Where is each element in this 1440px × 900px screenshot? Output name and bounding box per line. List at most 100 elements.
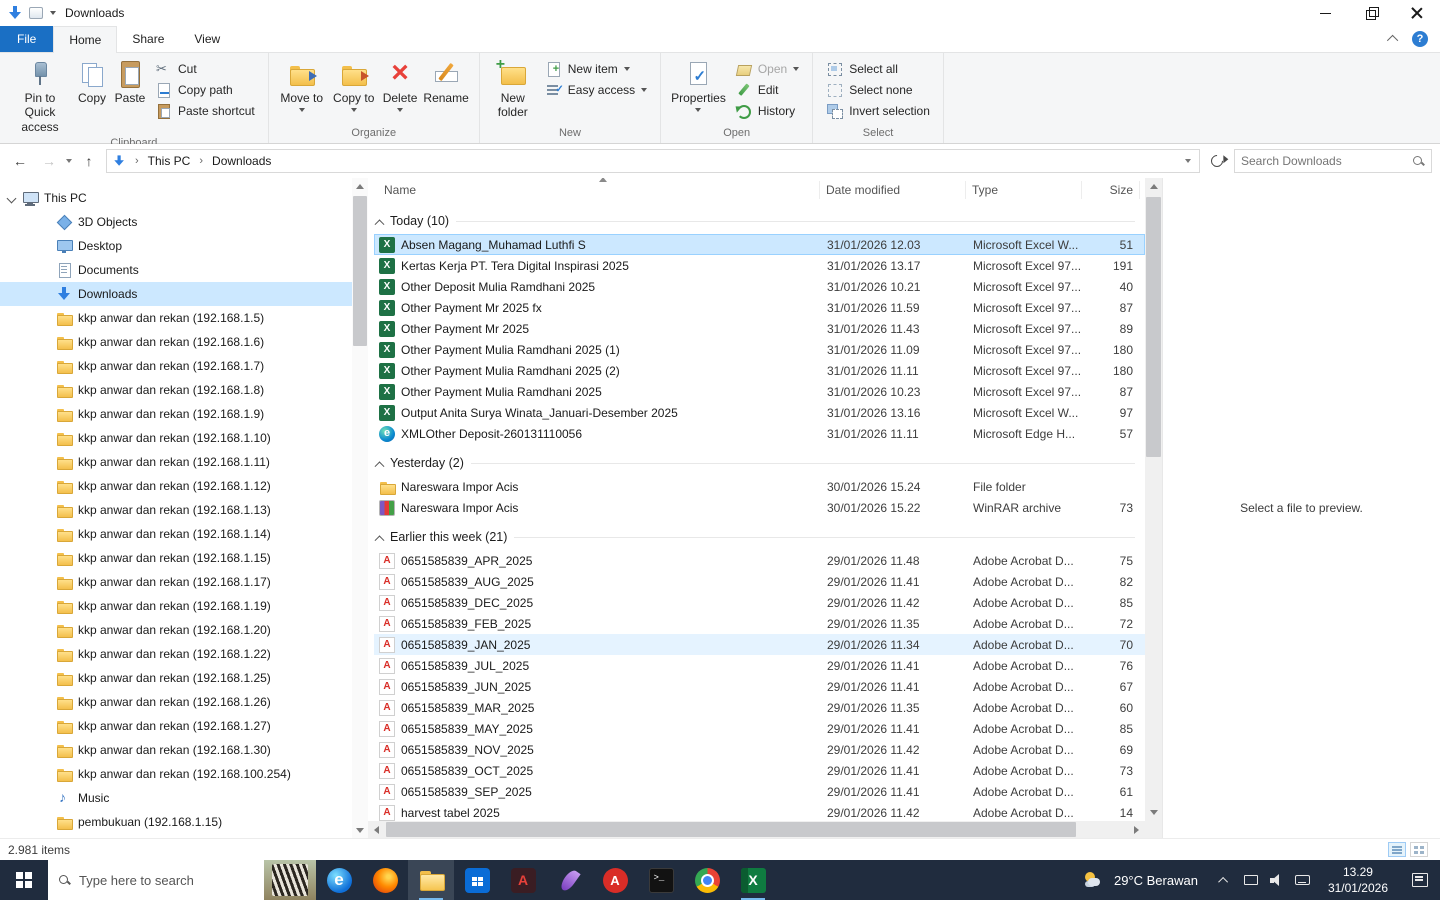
file-row[interactable]: Nareswara Impor Acis 30/01/2026 15.22 Wi… [374, 497, 1145, 518]
help-icon[interactable] [1412, 31, 1428, 47]
sidebar-item[interactable]: kkp anwar dan rekan (192.168.1.10) [0, 426, 368, 450]
scroll-up-arrow[interactable] [352, 178, 368, 194]
open-button[interactable]: Open [731, 58, 803, 79]
group-header[interactable]: Yesterday (2) [374, 450, 1145, 476]
properties-button[interactable]: Properties [668, 56, 729, 114]
file-row[interactable]: Nareswara Impor Acis 30/01/2026 15.24 Fi… [374, 476, 1145, 497]
sidebar-item[interactable]: kkp anwar dan rekan (192.168.1.11) [0, 450, 368, 474]
history-button[interactable]: History [731, 100, 803, 121]
paste-button[interactable]: Paste [111, 56, 149, 107]
copy-button[interactable]: Copy [73, 56, 111, 107]
refresh-button[interactable] [1205, 149, 1229, 173]
file-list-horizontal-scrollbar[interactable] [368, 821, 1145, 838]
column-header-date-modified[interactable]: Date modified [820, 181, 966, 199]
scroll-left-arrow[interactable] [368, 821, 385, 838]
file-row[interactable]: Other Deposit Mulia Ramdhani 2025 31/01/… [374, 276, 1145, 297]
restore-button[interactable] [1348, 0, 1394, 26]
breadcrumb-downloads[interactable]: Downloads [210, 154, 273, 168]
file-row[interactable]: 0651585839_NOV_2025 29/01/2026 11.42 Ado… [374, 739, 1145, 760]
scrollbar-thumb[interactable] [1146, 197, 1161, 457]
file-row[interactable]: 0651585839_FEB_2025 29/01/2026 11.35 Ado… [374, 613, 1145, 634]
file-list-vertical-scrollbar[interactable] [1145, 178, 1162, 821]
sidebar-item[interactable]: kkp anwar dan rekan (192.168.1.7) [0, 354, 368, 378]
file-row[interactable]: 0651585839_APR_2025 29/01/2026 11.48 Ado… [374, 550, 1145, 571]
column-header-size[interactable]: Size [1082, 181, 1140, 199]
group-collapse-chevron[interactable] [375, 219, 385, 229]
microsoft-store-taskbar-button[interactable] [454, 860, 500, 900]
news-interests-widget[interactable] [264, 860, 316, 900]
sidebar-item[interactable]: kkp anwar dan rekan (192.168.1.17) [0, 570, 368, 594]
scroll-down-arrow[interactable] [1145, 804, 1162, 821]
tab-file[interactable]: File [0, 26, 53, 52]
chrome-taskbar-button[interactable] [684, 860, 730, 900]
taskbar-search-input[interactable] [79, 873, 255, 888]
file-row[interactable]: Other Payment Mulia Ramdhani 2025 (2) 31… [374, 360, 1145, 381]
sidebar-item[interactable]: Desktop [0, 234, 368, 258]
rename-button[interactable]: Rename [420, 56, 471, 107]
new-folder-button[interactable]: New folder [487, 56, 539, 122]
touch-keyboard-tray-icon[interactable] [1290, 860, 1316, 900]
sidebar-item[interactable]: kkp anwar dan rekan (192.168.1.20) [0, 618, 368, 642]
search-input[interactable] [1241, 154, 1412, 168]
file-row[interactable]: Other Payment Mulia Ramdhani 2025 (1) 31… [374, 339, 1145, 360]
sidebar-item[interactable]: kkp anwar dan rekan (192.168.1.15) [0, 546, 368, 570]
file-row[interactable]: 0651585839_SEP_2025 29/01/2026 11.41 Ado… [374, 781, 1145, 802]
file-row[interactable]: 0651585839_MAY_2025 29/01/2026 11.41 Ado… [374, 718, 1145, 739]
file-row[interactable]: harvest tabel 2025 29/01/2026 11.42 Adob… [374, 802, 1145, 821]
scroll-up-arrow[interactable] [1145, 178, 1162, 195]
volume-tray-icon[interactable] [1264, 860, 1290, 900]
file-row[interactable]: 0651585839_DEC_2025 29/01/2026 11.42 Ado… [374, 592, 1145, 613]
address-dropdown-caret[interactable] [1185, 159, 1191, 163]
expand-chevron[interactable] [7, 193, 17, 203]
close-button[interactable] [1394, 0, 1440, 26]
customize-quick-access-chevron[interactable] [50, 11, 56, 15]
sidebar-item[interactable]: kkp anwar dan rekan (192.168.1.6) [0, 330, 368, 354]
edge-taskbar-button[interactable] [316, 860, 362, 900]
collapse-ribbon-icon[interactable] [1387, 35, 1398, 46]
edit-button[interactable]: Edit [731, 79, 803, 100]
command-prompt-taskbar-button[interactable] [638, 860, 684, 900]
file-row[interactable]: 0651585839_OCT_2025 29/01/2026 11.41 Ado… [374, 760, 1145, 781]
start-button[interactable] [0, 860, 48, 900]
minimize-button[interactable] [1302, 0, 1348, 26]
file-row[interactable]: Output Anita Surya Winata_Januari-Desemb… [374, 402, 1145, 423]
file-row[interactable]: Other Payment Mr 2025 fx 31/01/2026 11.5… [374, 297, 1145, 318]
select-all-button[interactable]: Select all [822, 58, 934, 79]
move-to-button[interactable]: Move to [276, 56, 328, 114]
group-header[interactable]: Earlier this week (21) [374, 524, 1145, 550]
file-row[interactable]: 0651585839_MAR_2025 29/01/2026 11.35 Ado… [374, 697, 1145, 718]
adobe-app-taskbar-button[interactable] [500, 860, 546, 900]
tab-share[interactable]: Share [117, 26, 179, 52]
sidebar-item[interactable]: kkp anwar dan rekan (192.168.1.19) [0, 594, 368, 618]
taskbar-search-box[interactable] [48, 860, 264, 900]
sidebar-item[interactable]: kkp anwar dan rekan (192.168.1.30) [0, 738, 368, 762]
sidebar-item[interactable]: Music [0, 786, 368, 810]
back-button[interactable]: ← [8, 149, 32, 173]
details-view-button[interactable] [1388, 842, 1406, 857]
paste-shortcut-button[interactable]: Paste shortcut [151, 100, 259, 121]
forward-button[interactable]: → [37, 149, 61, 173]
action-center-button[interactable] [1400, 860, 1440, 900]
easy-access-button[interactable]: Easy access [541, 79, 651, 100]
display-tray-icon[interactable] [1238, 860, 1264, 900]
weather-widget[interactable]: 29°C Berawan [1069, 860, 1212, 900]
file-row[interactable]: XMLOther Deposit-260131110056 31/01/2026… [374, 423, 1145, 444]
sidebar-scrollbar[interactable] [352, 178, 368, 838]
pin-to-quick-access-button[interactable]: Pin to Quick access [7, 56, 73, 136]
group-collapse-chevron[interactable] [375, 461, 385, 471]
sidebar-item[interactable]: pembukuan (192.168.1.15) [0, 810, 368, 834]
scroll-right-arrow[interactable] [1128, 821, 1145, 838]
new-item-button[interactable]: New item [541, 58, 651, 79]
taskbar-clock[interactable]: 13.29 31/01/2026 [1316, 864, 1400, 896]
file-row[interactable]: Other Payment Mr 2025 31/01/2026 11.43 M… [374, 318, 1145, 339]
file-row[interactable]: 0651585839_JUN_2025 29/01/2026 11.41 Ado… [374, 676, 1145, 697]
sidebar-item[interactable]: 3D Objects [0, 210, 368, 234]
excel-taskbar-button[interactable] [730, 860, 776, 900]
breadcrumb-this-pc[interactable]: This PC [146, 154, 193, 168]
delete-dropdown-caret[interactable] [397, 108, 403, 112]
copy-to-button[interactable]: Copy to [328, 56, 380, 114]
file-explorer-taskbar-button[interactable] [408, 860, 454, 900]
sidebar-item[interactable]: kkp anwar dan rekan (192.168.1.22) [0, 642, 368, 666]
group-collapse-chevron[interactable] [375, 535, 385, 545]
file-row[interactable]: Other Payment Mulia Ramdhani 2025 31/01/… [374, 381, 1145, 402]
